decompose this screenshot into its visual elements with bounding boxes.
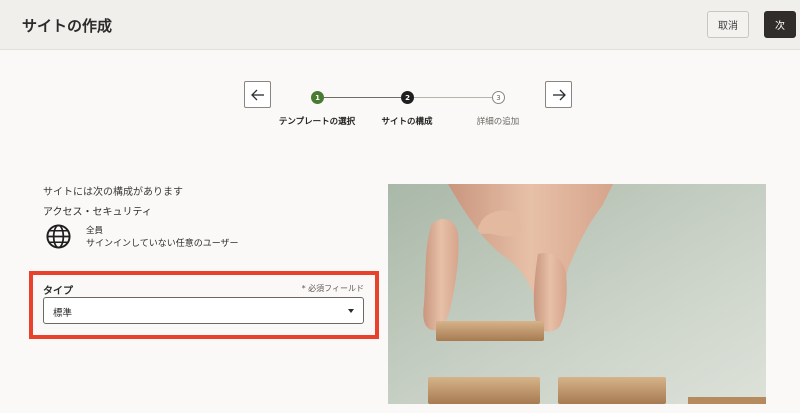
hero-image [388,184,766,404]
page-title: サイトの作成 [22,17,113,35]
arrow-left-icon [250,89,264,100]
train-forward-button[interactable] [545,81,572,108]
train-step-1-label: テンプレートの選択 [278,117,356,127]
access-security-heading: アクセス・セキュリティ [43,207,152,218]
train-step-2-marker[interactable]: 2 [401,91,414,104]
type-field-label: タイプ [43,286,73,297]
next-button[interactable]: 次 [764,11,796,38]
hand-placing-blocks-illustration [388,184,766,404]
train-step-3-marker[interactable]: 3 [492,91,505,104]
train-step-3-label: 詳細の追加 [476,117,520,127]
page-header: サイトの作成 取消 次 [0,0,800,50]
access-audience: 全員 [86,226,104,236]
train-step-1-marker[interactable]: 1 [311,91,324,104]
required-field-hint: * 必須フィールド [301,284,364,293]
train-step-2-label: サイトの構成 [381,117,433,127]
access-description: サインインしていない任意のユーザー [86,239,239,249]
train-back-button[interactable] [244,81,271,108]
type-select-value: 標準 [53,308,73,319]
arrow-right-icon [552,89,566,100]
site-config-intro: サイトには次の構成があります [43,187,183,198]
type-select[interactable]: 標準 [43,297,364,324]
globe-icon [46,224,71,249]
caret-down-icon [348,309,354,313]
cancel-button[interactable]: 取消 [707,11,749,38]
train-connector [323,97,401,98]
train-connector [414,97,492,98]
